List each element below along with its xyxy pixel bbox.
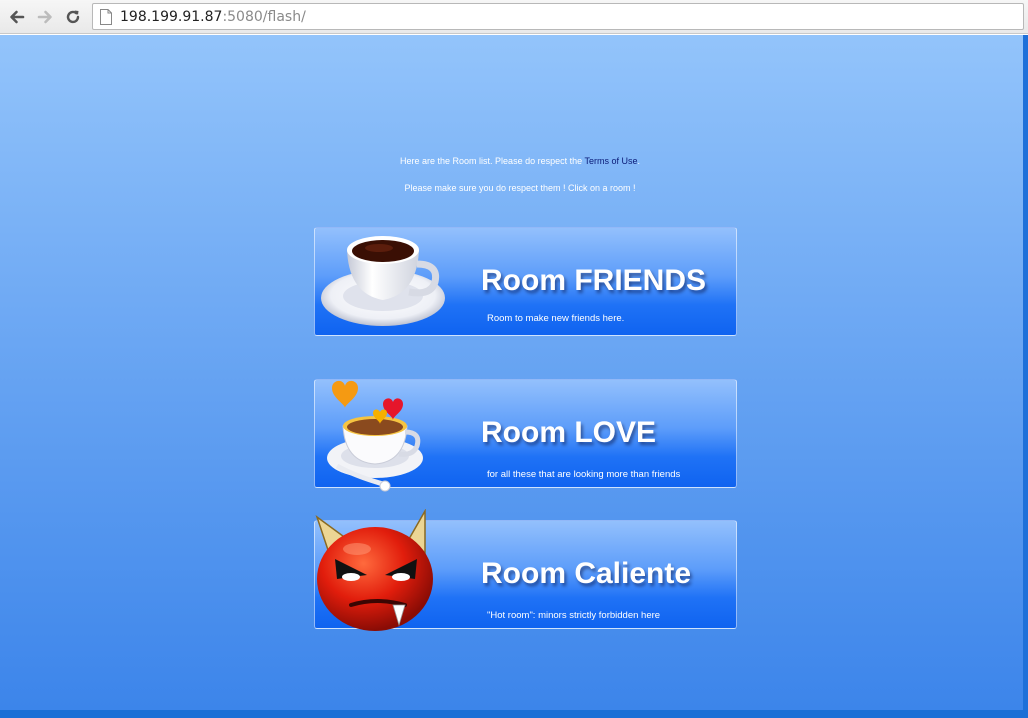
url-path: :5080/flash/	[222, 8, 306, 25]
room-title: Room FRIENDS	[481, 264, 706, 297]
intro-text: Here are the Room list. Please do respec…	[400, 156, 585, 166]
intro-line-1: Here are the Room list. Please do respec…	[0, 156, 1028, 166]
room-title: Room LOVE	[481, 416, 657, 449]
room-title: Room Caliente	[481, 557, 692, 590]
cup-with-hearts-icon	[327, 380, 423, 492]
room-description: Room to make new friends here.	[487, 313, 625, 324]
url-host: 198.199.91.87	[120, 8, 223, 25]
terms-of-use-link[interactable]: Terms of Use	[584, 156, 637, 166]
page-content: Here are the Room list. Please do respec…	[0, 35, 1028, 718]
forward-button[interactable]	[33, 5, 57, 29]
intro-line-2: Please make sure you do respect them ! C…	[404, 183, 636, 193]
back-arrow-icon	[10, 10, 25, 24]
reload-icon	[66, 10, 80, 24]
coffee-cup-icon	[321, 236, 445, 326]
page-icon	[100, 8, 112, 25]
back-button[interactable]	[5, 5, 29, 29]
bottom-edge-bar	[0, 710, 1028, 718]
red-devil-icon	[315, 509, 433, 631]
browser-toolbar: 198.199.91.87:5080/flash/	[0, 0, 1028, 34]
room-friends-button[interactable]: Room FRIENDS Room to make new friends he…	[314, 227, 737, 336]
room-love-button[interactable]: Room LOVE for all these that are looking…	[314, 379, 737, 492]
address-bar[interactable]: 198.199.91.87:5080/flash/	[92, 3, 1024, 30]
forward-arrow-icon	[37, 10, 52, 24]
right-edge-bar	[1023, 35, 1028, 718]
room-caliente-button[interactable]: Room Caliente "Hot room": minors strictl…	[314, 509, 737, 631]
reload-button[interactable]	[61, 5, 85, 29]
room-description: "Hot room": minors strictly forbidden he…	[487, 610, 661, 621]
intro-period: .	[637, 156, 640, 166]
room-description: for all these that are looking more than…	[487, 469, 681, 480]
